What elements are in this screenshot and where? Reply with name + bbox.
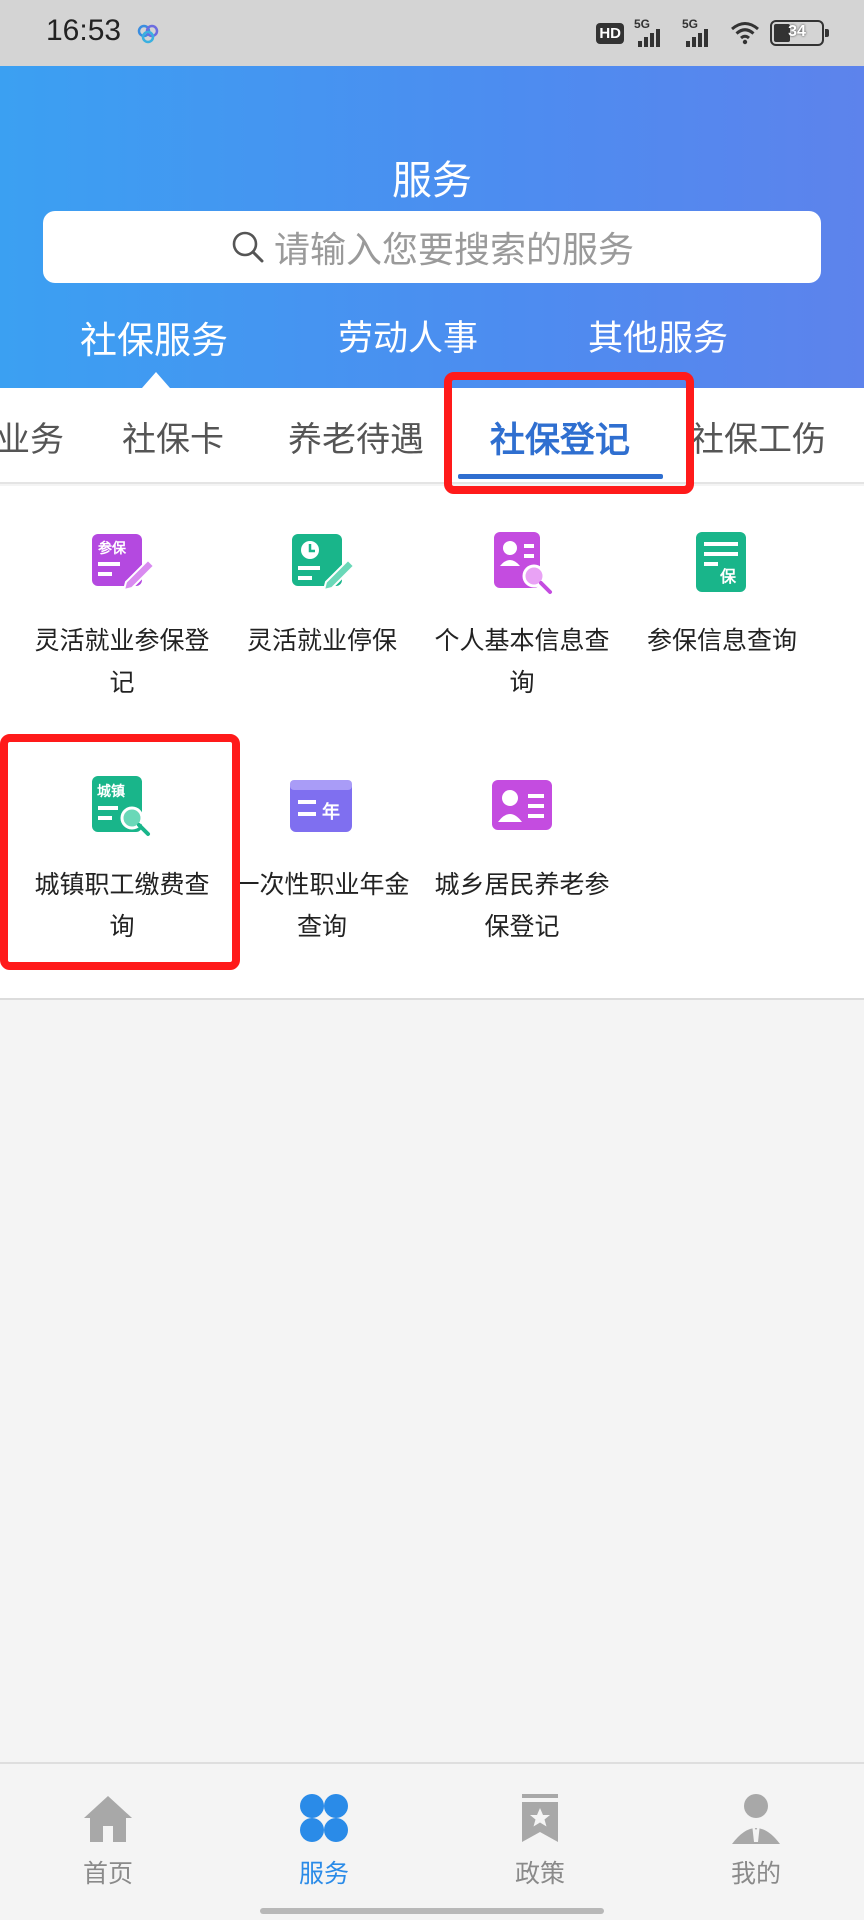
app-notification-icon [137, 24, 159, 44]
nav-label: 我的 [730, 1859, 781, 1888]
service-label: 灵活就业参保登记 [34, 626, 210, 697]
battery-icon: 34 [770, 20, 829, 46]
icon-text: 年 [322, 801, 340, 823]
profile-icon [732, 1794, 780, 1844]
service-flexible-employment-stop[interactable]: 灵活就业停保 [222, 526, 422, 662]
header: 服务 请输入您要搜索的服务 社保服务 劳动人事 其他服务 [0, 66, 864, 388]
subtab-work-injury[interactable]: 社保工伤 [690, 412, 826, 461]
status-bar: 16:53 HD 5G 5G 34 [0, 0, 864, 66]
nav-label: 首页 [82, 1859, 133, 1888]
service-label: 城乡居民养老参保登记 [434, 870, 610, 941]
home-icon [84, 1796, 132, 1842]
person-search-icon [494, 532, 552, 594]
battery-level: 34 [788, 23, 806, 40]
signal-icon: 5G [682, 17, 720, 47]
status-icons: HD 5G 5G 34 [596, 17, 829, 48]
stop-edit-icon [292, 534, 356, 592]
service-insurance-info-query[interactable]: 保 参保信息查询 [622, 526, 822, 662]
subtab-pension-benefits[interactable]: 养老待遇 [288, 412, 424, 461]
search-placeholder: 请输入您要搜索的服务 [273, 230, 634, 271]
resident-card-icon [492, 780, 552, 830]
highlight-box-subtab [444, 372, 694, 494]
service-personal-info-query[interactable]: 个人基本信息查询 [422, 526, 622, 704]
badge-edit-icon: 参保 [92, 534, 156, 592]
service-label: 一次性职业年金查询 [234, 870, 410, 941]
service-label: 个人基本信息查询 [434, 626, 610, 697]
nav-services[interactable]: 服务 [254, 1790, 394, 1890]
page-title: 服务 [392, 158, 472, 204]
status-time: 16:53 [46, 14, 122, 47]
nav-profile[interactable]: 我的 [686, 1790, 826, 1890]
tab-social-security-services[interactable]: 社保服务 [80, 310, 228, 364]
active-tab-caret [142, 372, 170, 388]
tab-other-services[interactable]: 其他服务 [588, 310, 728, 361]
icon-text: 保 [719, 567, 737, 586]
signal-icon: 5G [634, 17, 672, 47]
nav-home[interactable]: 首页 [38, 1790, 178, 1890]
subtab-social-security-card[interactable]: 社保卡 [122, 412, 224, 461]
insurance-doc-icon: 保 [696, 532, 746, 592]
service-label: 灵活就业停保 [246, 626, 397, 655]
home-indicator[interactable] [260, 1908, 604, 1914]
nav-label: 政策 [514, 1859, 565, 1888]
subtab-business[interactable]: 业务 [0, 412, 64, 461]
tab-labor-personnel[interactable]: 劳动人事 [338, 310, 478, 361]
sub-tab-bar[interactable]: 业务 社保卡 养老待遇 社保登记 社保工伤 [0, 388, 864, 484]
services-icon [300, 1794, 348, 1842]
service-label: 参保信息查询 [646, 626, 797, 655]
service-flexible-employment-registration[interactable]: 参保 灵活就业参保登记 [22, 526, 222, 704]
nav-label: 服务 [298, 1859, 349, 1888]
icon-text: 参保 [98, 540, 127, 557]
service-lump-sum-annuity-query[interactable]: 年 一次性职业年金查询 [222, 770, 422, 948]
search-icon [232, 231, 264, 263]
service-resident-pension-registration[interactable]: 城乡居民养老参保登记 [422, 770, 622, 948]
hd-icon: HD [596, 22, 624, 44]
wifi-icon [731, 22, 759, 45]
nav-policy[interactable]: 政策 [470, 1790, 610, 1890]
policy-bookmark-icon [522, 1794, 558, 1842]
bottom-nav: 首页 服务 政策 我的 [0, 1762, 864, 1920]
highlight-box-service [0, 734, 240, 970]
year-card-icon: 年 [290, 780, 352, 832]
search-input[interactable]: 请输入您要搜索的服务 [43, 211, 821, 283]
